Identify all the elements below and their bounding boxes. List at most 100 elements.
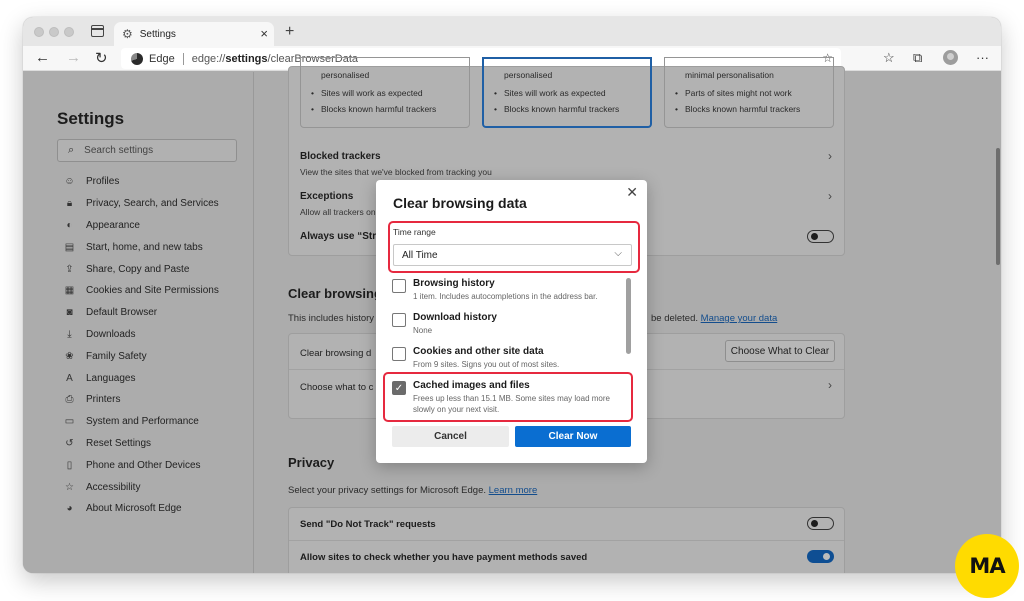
toggle-knob [811,233,818,240]
blocked-trackers-title[interactable]: Blocked trackers [300,151,381,162]
learn-more-link[interactable]: Learn more [489,485,538,496]
sidebar-item-default-browser[interactable]: ◙ Default Browser [63,302,219,324]
sidebar-item-privacy[interactable]: 🔒︎ Privacy, Search, and Services [63,193,219,215]
time-range-select[interactable]: All Time ⌵ [393,244,632,266]
bullet: • [494,88,497,98]
prevention-option-balanced[interactable]: personalised • Sites will work as expecte… [482,57,652,128]
refresh-icon[interactable]: ↻ [95,49,108,67]
option-text: Sites will work as expected [504,88,606,98]
tab-actions-icon[interactable] [91,25,104,37]
sidebar-item-label: Cookies and Site Permissions [86,285,219,297]
sidebar-item-label: Downloads [86,328,136,340]
more-menu-icon[interactable]: ··· [976,50,989,65]
forward-icon[interactable]: → [66,49,81,66]
favorites-icon[interactable]: ☆ [883,50,895,66]
sidebar-item-family-safety[interactable]: ❀ Family Safety [63,345,219,367]
chevron-right-icon[interactable]: › [828,189,832,203]
gear-icon: ⚙ [122,27,133,41]
manage-your-data-link[interactable]: Manage your data [701,313,778,324]
bullet: • [311,88,314,98]
checkbox-checked[interactable]: ✓ [392,381,406,395]
do-not-track-toggle[interactable] [807,517,834,530]
clear-browsing-data-dialog: Clear browsing data ✕ Time range All Tim… [376,180,647,463]
sidebar-item-cookies[interactable]: ▦ Cookies and Site Permissions [63,280,219,302]
chevron-right-icon[interactable]: › [828,378,832,392]
option-text: Sites will work as expected [321,88,423,98]
sidebar-item-downloads[interactable]: ⤓ Downloads [63,324,219,346]
desc-text: be deleted. [651,313,699,324]
close-dialog-icon[interactable]: ✕ [626,184,638,201]
sidebar-item-start-home[interactable]: ▤ Start, home, and new tabs [63,236,219,258]
sidebar-item-about[interactable]: ◕ About Microsoft Edge [63,498,219,520]
back-icon[interactable]: ← [35,49,50,66]
address-separator [182,52,184,65]
prevention-option-basic[interactable]: personalised • Sites will work as expecte… [300,57,470,128]
tab-title: Settings [139,28,176,40]
page-scrollbar[interactable] [991,72,1001,573]
tab-bar: ⚙ Settings × + [23,17,1001,46]
time-range-label: Time range [393,227,436,237]
sidebar-item-reset[interactable]: ↺ Reset Settings [63,433,219,455]
edge-logo-icon: ◕ [66,503,73,515]
profile-avatar[interactable] [943,50,958,65]
default-browser-icon: ◙ [66,307,73,319]
dialog-title: Clear browsing data [393,195,527,211]
chevron-right-icon[interactable]: › [828,149,832,163]
sidebar-item-profiles[interactable]: ☺ Profiles [63,171,219,193]
sidebar-nav: ☺ Profiles 🔒︎ Privacy, Search, and Service… [63,171,219,520]
scrollbar-thumb[interactable] [996,148,1000,265]
settings-title: Settings [57,109,125,128]
search-settings-input[interactable]: ⌕ Search settings [57,139,237,162]
sidebar-item-accessibility[interactable]: ☆ Accessibility [63,476,219,498]
checkbox[interactable] [392,347,406,361]
search-icon: ⌕ [68,144,75,156]
prevention-option-strict[interactable]: minimal personalisation • Parts of sites … [664,57,834,128]
address-host: settings [225,52,268,65]
cancel-button[interactable]: Cancel [392,426,509,447]
sidebar-item-languages[interactable]: A Languages [63,367,219,389]
option-desc: None [413,326,433,335]
sidebar-item-appearance[interactable]: ◐ Appearance [63,215,219,237]
sidebar-item-label: About Microsoft Edge [86,503,182,515]
share-icon: ⇪ [65,263,74,275]
new-tab-button[interactable]: + [285,23,294,41]
payment-methods-toggle[interactable] [807,550,834,563]
sidebar-item-share[interactable]: ⇪ Share, Copy and Paste [63,258,219,280]
collections-icon[interactable]: ⧉ [913,50,922,66]
settings-sidebar: Settings ⌕ Search settings ☺ Profiles 🔒︎ P… [23,72,254,573]
option-title: Download history [413,312,497,323]
payment-methods-label: Allow sites to check whether you have pa… [300,552,588,563]
strict-inprivate-toggle[interactable] [807,230,834,243]
lock-icon: 🔒︎ [66,198,73,210]
exceptions-title[interactable]: Exceptions [300,191,353,202]
sidebar-item-system[interactable]: ▭ System and Performance [63,411,219,433]
sidebar-item-label: Appearance [86,219,140,231]
choose-what-to-clear-button[interactable]: Choose What to Clear [725,340,835,362]
close-tab-icon[interactable]: × [260,26,268,41]
sidebar-item-label: System and Performance [86,416,199,428]
close-window-button[interactable] [34,27,44,37]
sidebar-item-label: Privacy, Search, and Services [86,198,219,210]
clear-browsing-now-label: Clear browsing d [300,348,372,359]
accessibility-icon: ☆ [65,481,74,493]
laptop-icon: ▭ [64,416,75,428]
toggle-knob [811,520,818,527]
tab-settings[interactable]: ⚙ Settings × [114,22,274,46]
checkbox[interactable] [392,279,406,293]
checkbox[interactable] [392,313,406,327]
choose-on-close-label[interactable]: Choose what to c [300,382,373,393]
minimize-window-button[interactable] [49,27,59,37]
dialog-scrollbar[interactable] [626,278,631,354]
maximize-window-button[interactable] [64,27,74,37]
download-icon: ⤓ [67,328,72,340]
watermark-logo: MA [955,534,1019,598]
clear-browsing-desc-start: This includes history [288,313,375,324]
sidebar-item-printers[interactable]: ⎙ Printers [63,389,219,411]
toggle-knob [823,553,830,560]
sidebar-item-phone[interactable]: ▯ Phone and Other Devices [63,454,219,476]
option-desc: From 9 sites. Signs you out of most site… [413,360,560,369]
sidebar-item-label: Profiles [86,176,120,188]
option-title: Browsing history [413,278,495,289]
chevron-down-icon: ⌵ [614,248,622,259]
clear-now-button[interactable]: Clear Now [515,426,631,447]
